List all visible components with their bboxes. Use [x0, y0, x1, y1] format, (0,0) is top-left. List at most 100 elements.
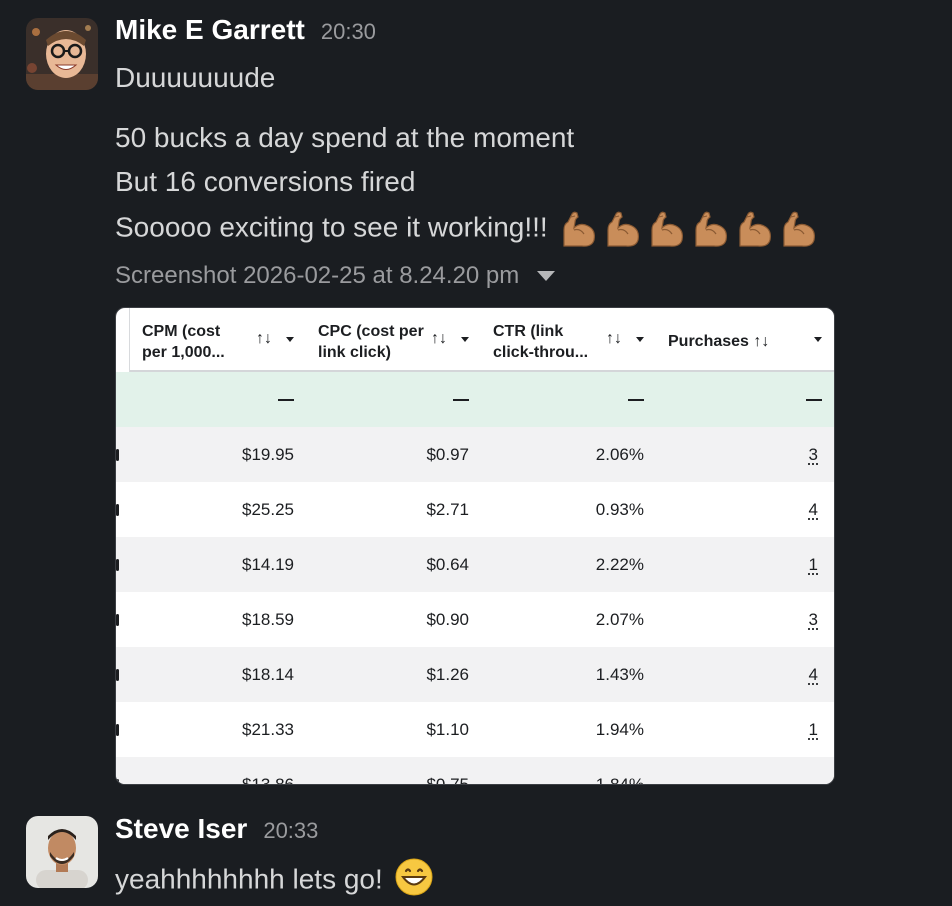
table-cell[interactable]: 4: [656, 482, 834, 537]
metric-value: $18.14: [242, 664, 294, 684]
purchases-link[interactable]: 3: [809, 445, 822, 465]
table-cell: [130, 372, 306, 427]
clipped-cell-edge: [116, 614, 119, 626]
metric-value: 2.06%: [595, 444, 644, 464]
metric-value: $13.86: [242, 774, 294, 785]
sort-icon[interactable]: ↑↓: [606, 330, 622, 348]
column-header-label: Purchases ↑↓: [668, 333, 770, 350]
ads-table: CPM (cost per 1,000... ↑↓ CPC (cost per link…: [116, 308, 834, 784]
empty-value-dash: [628, 398, 644, 401]
author-name[interactable]: Mike E Garrett: [115, 14, 305, 46]
message-text-line-with-emoji: yeahhhhhhhh lets go!: [115, 858, 433, 904]
metric-value: 1.94%: [595, 719, 644, 739]
column-header[interactable]: CPM (cost per 1,000... ↑↓: [130, 308, 306, 372]
column-header-label: CPC (cost per link click): [318, 323, 424, 361]
attachment-header[interactable]: Screenshot 2026-02-25 at 8.24.20 pm: [115, 262, 556, 290]
flexed-biceps-icon: [651, 211, 683, 247]
message-text-line: Duuuuuuude: [115, 62, 276, 93]
table-cell: 2.06%: [481, 427, 656, 482]
table-cell[interactable]: 1: [656, 537, 834, 592]
clipped-cell-edge: [116, 779, 119, 784]
chevron-down-icon[interactable]: [537, 271, 556, 281]
flexed-biceps-icon: [695, 211, 727, 247]
table-cell: $13.86: [130, 757, 306, 785]
flexed-biceps-icon: [783, 211, 815, 247]
table-cell: [306, 372, 481, 427]
clipped-cell-edge: [116, 559, 119, 571]
table-cell: $1.10: [306, 702, 481, 757]
metric-value: $18.59: [242, 609, 294, 629]
avatar-mike[interactable]: [26, 18, 98, 90]
purchases-link[interactable]: 4: [809, 500, 822, 520]
table-cell: $2.71: [306, 482, 481, 537]
sort-icon[interactable]: ↑↓: [256, 330, 272, 348]
table-cell: 1.84%: [481, 757, 656, 785]
table-row[interactable]: $19.95 $0.97 2.06% 3: [116, 427, 834, 482]
message-text: Sooooo exciting to see it working!!!: [115, 211, 548, 243]
flexed-biceps-icon: [739, 211, 771, 247]
message-text-line: But 16 conversions fired: [115, 166, 416, 197]
chevron-down-icon[interactable]: [814, 337, 822, 342]
chevron-down-icon[interactable]: [636, 337, 644, 342]
table-cell[interactable]: 1: [656, 702, 834, 757]
table-cell: [481, 372, 656, 427]
chevron-down-icon[interactable]: [286, 337, 294, 342]
metric-value: $0.64: [426, 554, 469, 574]
message-text: yeahhhhhhhh lets go!: [115, 863, 383, 895]
table-cell: $21.33: [130, 702, 306, 757]
purchases-link[interactable]: 3: [809, 610, 822, 630]
table-cell: 2.07%: [481, 592, 656, 647]
table-cell[interactable]: [656, 757, 834, 784]
table-cell: 2.22%: [481, 537, 656, 592]
purchases-link[interactable]: 1: [809, 555, 822, 575]
timestamp[interactable]: 20:33: [263, 818, 318, 844]
table-cell: $25.25: [130, 482, 306, 537]
column-header[interactable]: Purchases ↑↓: [656, 308, 834, 372]
table-row[interactable]: $14.19 $0.64 2.22% 1: [116, 537, 834, 592]
table-cell: 1.94%: [481, 702, 656, 757]
table-cell: $18.14: [130, 647, 306, 702]
metric-value: $0.97: [426, 444, 469, 464]
table-row[interactable]: $18.14 $1.26 1.43% 4: [116, 647, 834, 702]
timestamp[interactable]: 20:30: [321, 19, 376, 45]
table-cell[interactable]: 4: [656, 647, 834, 702]
table-cell: [656, 372, 834, 427]
metric-value: $21.33: [242, 719, 294, 739]
emoji-group: [558, 208, 820, 250]
clipped-cell-edge: [116, 449, 119, 461]
sort-icon[interactable]: ↑↓: [431, 330, 447, 348]
author-name[interactable]: Steve Iser: [115, 813, 247, 845]
table-cell[interactable]: 3: [656, 592, 834, 647]
table-cell: $1.26: [306, 647, 481, 702]
clipped-cell-edge: [116, 724, 119, 736]
table-cell: 1.43%: [481, 647, 656, 702]
column-header[interactable]: CPC (cost per link click) ↑↓: [306, 308, 481, 372]
table-cell: $0.75: [306, 757, 481, 785]
empty-value-dash: [453, 398, 469, 401]
empty-value-dash: [806, 783, 822, 784]
table-cell: $0.64: [306, 537, 481, 592]
table-row[interactable]: $25.25 $2.71 0.93% 4: [116, 482, 834, 537]
table-cell: $0.97: [306, 427, 481, 482]
message-text-line-with-emoji: Sooooo exciting to see it working!!!: [115, 208, 820, 250]
metric-value: 1.84%: [595, 774, 644, 785]
screenshot-attachment[interactable]: CPM (cost per 1,000... ↑↓ CPC (cost per link…: [115, 307, 835, 785]
column-header-label: CTR (link click-throu...: [493, 323, 589, 361]
purchases-link[interactable]: 1: [809, 720, 822, 740]
table-row[interactable]: $21.33 $1.10 1.94% 1: [116, 702, 834, 757]
metric-value: $1.10: [426, 719, 469, 739]
attachment-name[interactable]: Screenshot 2026-02-25 at 8.24.20 pm: [115, 262, 519, 290]
table-row[interactable]: $18.59 $0.90 2.07% 3: [116, 592, 834, 647]
purchases-link[interactable]: 4: [809, 665, 822, 685]
chevron-down-icon[interactable]: [461, 337, 469, 342]
metric-value: $0.90: [426, 609, 469, 629]
column-header[interactable]: CTR (link click-throu... ↑↓: [481, 308, 656, 372]
avatar-steve[interactable]: [26, 816, 98, 888]
table-row[interactable]: $13.86 $0.75 1.84%: [116, 757, 834, 785]
table-cell: $19.95: [130, 427, 306, 482]
table-cell[interactable]: 3: [656, 427, 834, 482]
table-cell: $14.19: [130, 537, 306, 592]
metric-value: 0.93%: [595, 499, 644, 519]
flexed-biceps-icon: [563, 211, 595, 247]
column-header-label: CPM (cost per 1,000...: [142, 323, 225, 361]
